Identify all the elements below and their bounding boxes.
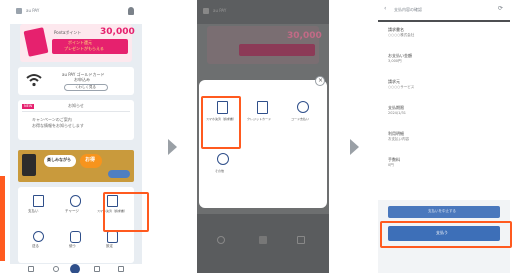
- card-promo[interactable]: au PAY ゴールドカード お申込み くわしく見る: [18, 67, 134, 95]
- points-amount: 30,000: [287, 31, 322, 41]
- card-icon: [257, 101, 268, 114]
- points-banner[interactable]: Pontaポイント 30,000 ポイント還元 プレゼントがもらえる: [20, 24, 135, 62]
- step-arrow: [168, 139, 177, 155]
- app-title: au PAY: [26, 8, 40, 13]
- detail-value: ○○○○株式会社: [388, 33, 415, 37]
- send-icon: [33, 231, 44, 242]
- refresh-icon[interactable]: ⟳: [498, 5, 503, 13]
- wallet-icon: [70, 195, 81, 207]
- detail-value: ○○○○サービス: [388, 85, 415, 89]
- new-badge: NEW: [22, 104, 35, 109]
- gift-icon: [23, 27, 49, 57]
- close-button[interactable]: ×: [315, 76, 325, 86]
- menu-icon[interactable]: [16, 8, 22, 14]
- grid-label: 使う: [69, 244, 76, 248]
- menu-item-label: その他: [215, 169, 225, 173]
- grid-label: 設定: [106, 244, 113, 248]
- wifi-icon: [26, 74, 42, 87]
- screen-title: 支払内容の確認: [394, 7, 422, 12]
- step-arrow: [350, 139, 359, 155]
- app-header: au PAY: [10, 0, 142, 24]
- detail-value: お支払い内容: [388, 137, 409, 141]
- dim-icon: [217, 236, 225, 244]
- points-ribbon: ポイント還元 プレゼントがもらえる: [52, 39, 128, 54]
- menu-item-label: クレジットカード: [247, 117, 272, 121]
- detail-label: 請求書名: [388, 27, 404, 32]
- app-header: ‹ 支払内容の確認 ⟳: [378, 0, 510, 20]
- promo-banner[interactable]: 楽しみながら お得: [18, 150, 134, 182]
- grid-item[interactable]: チャージ: [59, 193, 93, 223]
- menu-item[interactable]: クレジットカード: [245, 98, 281, 134]
- detail-label: 利用明細: [388, 131, 404, 136]
- menu-item-label: コード支払い: [291, 117, 310, 121]
- dim-icon: [297, 236, 305, 244]
- point-icon[interactable]: [53, 266, 59, 272]
- details-list: 請求書名 ○○○○株式会社 お支払い金額 3,000円 請求元 ○○○○サービス…: [378, 22, 510, 200]
- shopping-icon: [70, 231, 81, 243]
- highlight-menu-item: [201, 96, 241, 149]
- card-line2: お申込み: [74, 77, 90, 82]
- notice-title: お知らせ: [68, 103, 84, 108]
- points-line2: プレゼントがもらえる: [64, 46, 104, 51]
- speech-bubble: 楽しみながら: [44, 155, 76, 167]
- highlight-pay-button: [380, 221, 512, 248]
- pay-icon[interactable]: [70, 264, 80, 273]
- detail-value: 3,000円: [388, 59, 402, 63]
- clock-icon: [217, 153, 229, 165]
- back-icon[interactable]: ‹: [384, 5, 386, 13]
- points-amount: 30,000: [100, 27, 135, 37]
- grid-label: 支払い: [28, 209, 39, 213]
- promo-text1: 楽しみながら: [47, 157, 71, 162]
- more-icon[interactable]: [118, 266, 124, 272]
- points-line1: ポイント還元: [68, 40, 92, 45]
- dim-icon: [259, 236, 267, 244]
- phone-illustration: [22, 154, 36, 176]
- home-icon[interactable]: [28, 266, 34, 272]
- detail-label: 支払期限: [388, 105, 404, 110]
- notice-card[interactable]: NEW お知らせ キャンペーンのご案内 お得な情報をお知らせします: [18, 100, 134, 140]
- app-title: au PAY: [213, 8, 227, 13]
- grid-label: 送る: [32, 244, 39, 248]
- history-icon[interactable]: [94, 266, 100, 272]
- detail-label: 請求元: [388, 79, 400, 84]
- grid-label: チャージ: [65, 209, 79, 213]
- grid-item[interactable]: 設定: [96, 229, 130, 259]
- phone-screen-home: au PAY Pontaポイント 30,000 ポイント還元 プレゼントがもらえ…: [10, 0, 142, 273]
- cancel-button-label: 支払いを中止する: [428, 209, 456, 213]
- divider: [22, 111, 130, 112]
- promo-tag: [108, 170, 130, 178]
- details-button-label: くわしく見る: [75, 85, 96, 89]
- app-header-dim: au PAY: [197, 0, 329, 24]
- cancel-button[interactable]: 支払いを中止する: [388, 206, 500, 218]
- menu-icon: [203, 8, 209, 14]
- details-button[interactable]: くわしく見る: [64, 84, 108, 91]
- detail-label: お支払い金額: [388, 53, 412, 58]
- menu-item[interactable]: コード支払い: [285, 98, 321, 134]
- promo-text2: お得: [85, 157, 96, 163]
- notice-line2: お得な情報をお知らせします: [32, 123, 84, 128]
- play-icon: [297, 101, 309, 113]
- dimmed-grid: [197, 214, 329, 273]
- menu-item[interactable]: その他: [205, 150, 241, 180]
- notice-line1: キャンペーンのご案内: [32, 117, 72, 122]
- grid-item[interactable]: 支払い: [22, 193, 56, 223]
- points-ribbon: [239, 44, 315, 56]
- detail-label: 手数料: [388, 157, 400, 162]
- grid-item[interactable]: 使う: [59, 229, 93, 259]
- grid-item[interactable]: 送る: [22, 229, 56, 259]
- detail-value: 0円: [388, 163, 394, 167]
- promo-bubble: お得: [80, 154, 102, 168]
- detail-value: 2024/1/31: [388, 111, 406, 115]
- receipt-icon: [33, 195, 44, 207]
- points-label: Pontaポイント: [54, 30, 82, 35]
- points-banner-dim: 30,000: [207, 26, 322, 64]
- bottom-nav: [10, 264, 142, 273]
- settings-icon: [107, 231, 118, 243]
- close-icon: ×: [318, 77, 324, 84]
- accent-bar: [0, 176, 5, 261]
- bell-icon[interactable]: [128, 7, 134, 15]
- highlight-invoice: [103, 192, 149, 232]
